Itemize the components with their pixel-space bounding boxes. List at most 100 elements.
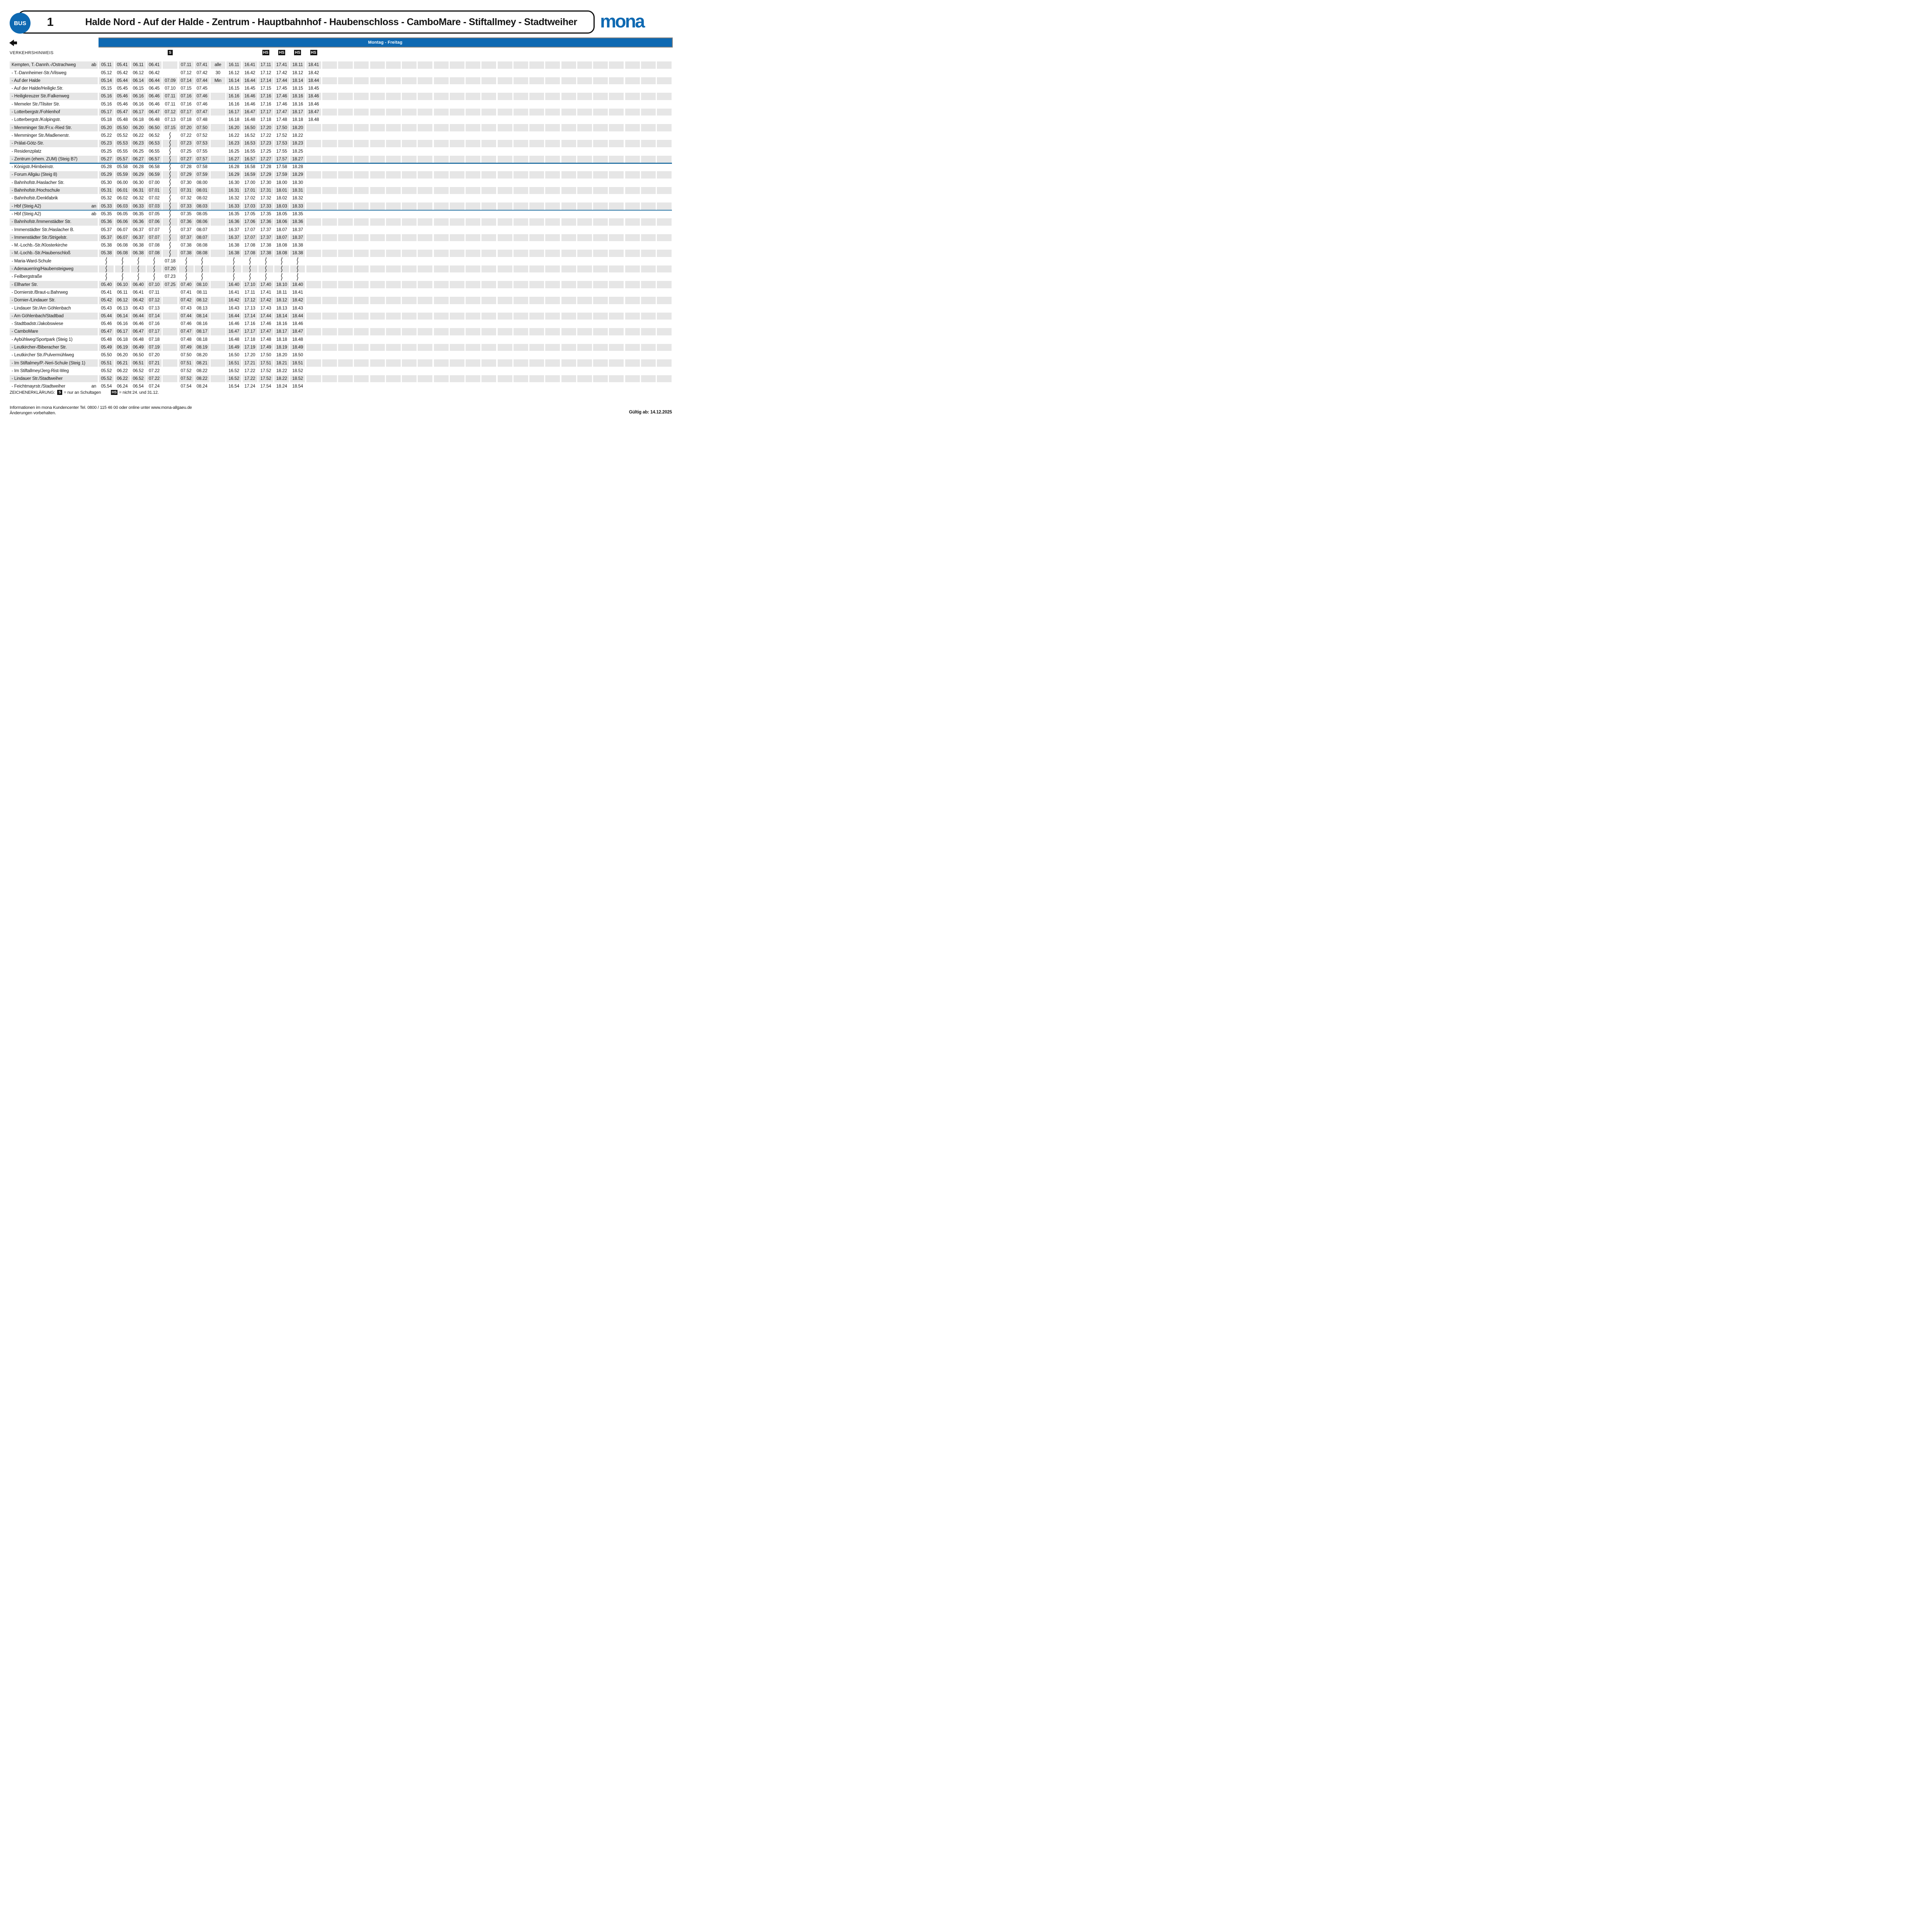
time-cell [529, 265, 544, 273]
time-cell [641, 359, 656, 367]
time-cell: 18.08 [274, 242, 289, 249]
time-cell [466, 109, 480, 116]
time-cell [625, 265, 640, 273]
time-cell: 18.41 [290, 289, 305, 296]
time-cell [466, 61, 480, 69]
time-cell: 05.51 [99, 359, 114, 367]
time-cell [657, 148, 672, 155]
time-cell: 18.23 [290, 140, 305, 147]
time-cell [609, 265, 624, 273]
time-cell: 05.52 [115, 132, 130, 139]
time-cell [481, 289, 496, 296]
time-cell [625, 187, 640, 194]
time-cell [434, 367, 449, 375]
time-cell [354, 234, 369, 242]
time-cell [434, 297, 449, 304]
time-cell [354, 242, 369, 249]
time-cell: 07.59 [195, 171, 209, 179]
time-cell [641, 383, 656, 390]
schooldays-badge: S [57, 390, 62, 395]
time-cell [402, 171, 417, 179]
time-cell [418, 77, 432, 85]
time-cell: 06.44 [131, 313, 146, 320]
time-cell [593, 281, 608, 288]
time-cell: 16.49 [226, 344, 241, 351]
time-cell: 08.08 [195, 250, 209, 257]
time-cell: 08.02 [195, 195, 209, 202]
time-cell [641, 257, 656, 265]
time-cell [561, 69, 576, 77]
time-cell [450, 234, 464, 242]
time-cell [370, 163, 385, 171]
time-cell [498, 250, 512, 257]
time-cell: 08.06 [195, 218, 209, 226]
time-cell: 17.22 [243, 375, 257, 383]
time-cell: 18.12 [274, 297, 289, 304]
time-cell: 08.11 [195, 289, 209, 296]
time-cell [498, 116, 512, 124]
time-cell: 16.23 [226, 140, 241, 147]
time-cell [657, 116, 672, 124]
station-cell: - Im Stiftalmey/P.-Neri-Schule (Steig 1) [10, 359, 98, 367]
time-cell [179, 273, 194, 281]
time-cell [211, 336, 225, 343]
time-cell: 18.41 [306, 61, 321, 69]
time-cell [290, 265, 305, 273]
time-cell [577, 281, 592, 288]
time-cell [609, 77, 624, 85]
station-name: - Auf der Halde/Heiligkr.Str. [12, 86, 63, 91]
time-cell [418, 250, 432, 257]
time-cell [370, 375, 385, 383]
time-cell [115, 265, 130, 273]
time-cell: 07.03 [147, 202, 162, 210]
time-cell [354, 156, 369, 163]
time-cell [529, 109, 544, 116]
time-cell [354, 320, 369, 328]
time-cell [529, 77, 544, 85]
time-cell: 05.52 [99, 375, 114, 383]
time-cell: 06.57 [147, 156, 162, 163]
time-cell [481, 116, 496, 124]
skip-stop-wavy-icon [121, 257, 124, 265]
time-cell [545, 148, 560, 155]
time-cell: 05.12 [99, 69, 114, 77]
time-cell [561, 218, 576, 226]
time-cell: 06.41 [147, 61, 162, 69]
time-cell [386, 179, 401, 186]
time-cell [338, 132, 353, 139]
time-cell [434, 148, 449, 155]
time-cell [514, 61, 528, 69]
time-cell [657, 77, 672, 85]
time-cell: 05.15 [99, 85, 114, 92]
time-cell [609, 242, 624, 249]
time-cell [163, 179, 177, 186]
skip-stop-wavy-icon [152, 257, 156, 265]
time-cell [434, 304, 449, 312]
time-cell [514, 140, 528, 147]
time-cell [609, 195, 624, 202]
time-cell [593, 179, 608, 186]
time-cell: 18.22 [274, 367, 289, 375]
station-name: - Leutkircher-/Biberacher Str. [12, 345, 67, 350]
time-cell [657, 257, 672, 265]
time-cell [306, 187, 321, 194]
time-cell [481, 336, 496, 343]
time-cell [529, 116, 544, 124]
time-cell [386, 171, 401, 179]
time-cell [402, 289, 417, 296]
time-cell [498, 297, 512, 304]
time-cell: 06.27 [131, 156, 146, 163]
time-cell [402, 226, 417, 233]
time-cell [498, 257, 512, 265]
time-cell [434, 85, 449, 92]
time-cell [529, 218, 544, 226]
time-cell: 18.17 [274, 328, 289, 335]
time-cell [609, 226, 624, 233]
time-cell [243, 257, 257, 265]
time-cell: 07.11 [163, 93, 177, 100]
time-cell [450, 367, 464, 375]
time-cell [434, 352, 449, 359]
time-cell [545, 234, 560, 242]
time-cell [466, 352, 480, 359]
time-cell [498, 352, 512, 359]
